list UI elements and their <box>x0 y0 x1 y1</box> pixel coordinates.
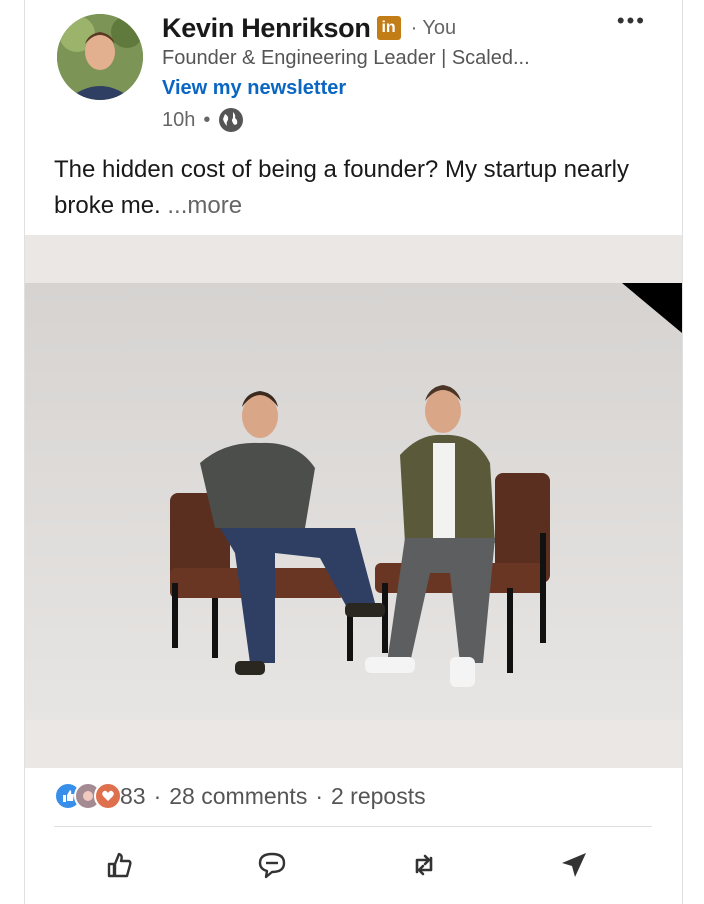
comment-icon <box>258 852 286 879</box>
love-reaction-icon <box>94 782 122 810</box>
globe-icon <box>219 108 244 132</box>
send-button[interactable] <box>554 845 594 885</box>
actions-divider <box>54 826 652 827</box>
like-button[interactable] <box>99 845 139 885</box>
view-newsletter-link[interactable]: View my newsletter <box>162 77 346 100</box>
stats-separator: · <box>153 782 162 809</box>
post-time: 10h <box>162 108 196 131</box>
linkedin-badge-icon: in <box>376 16 401 40</box>
post-image[interactable] <box>25 235 682 768</box>
author-headline: Founder & Engineering Leader | Scaled... <box>162 47 530 69</box>
meta-separator: • <box>203 108 211 131</box>
you-label: · You <box>410 16 457 39</box>
post-body: The hidden cost of being a founder? My s… <box>54 156 630 219</box>
reposts-count[interactable]: 2 reposts <box>331 783 426 810</box>
thumbs-up-icon <box>107 852 132 878</box>
reactions-count[interactable]: 83 <box>120 783 146 810</box>
reaction-icons <box>54 782 122 810</box>
action-bar <box>54 845 654 895</box>
comment-button[interactable] <box>252 845 292 885</box>
social-counts[interactable]: 83 · 28 comments · 2 reposts <box>54 782 426 810</box>
post-text: The hidden cost of being a founder? My s… <box>54 152 654 224</box>
see-more-link[interactable]: ...more <box>167 192 242 219</box>
repost-icon <box>415 854 433 876</box>
post-photo <box>25 283 682 720</box>
author-name[interactable]: Kevin Henrikson <box>162 13 371 44</box>
post-menu-icon[interactable]: ••• <box>617 8 646 34</box>
post-meta: 10h • <box>162 107 244 133</box>
repost-button[interactable] <box>404 845 444 885</box>
send-icon <box>562 853 586 877</box>
author-name-row: Kevin Henrikson in · You <box>162 10 456 46</box>
stats-separator: · <box>315 782 323 809</box>
author-avatar[interactable] <box>57 14 143 100</box>
comments-count[interactable]: 28 comments <box>169 783 307 810</box>
